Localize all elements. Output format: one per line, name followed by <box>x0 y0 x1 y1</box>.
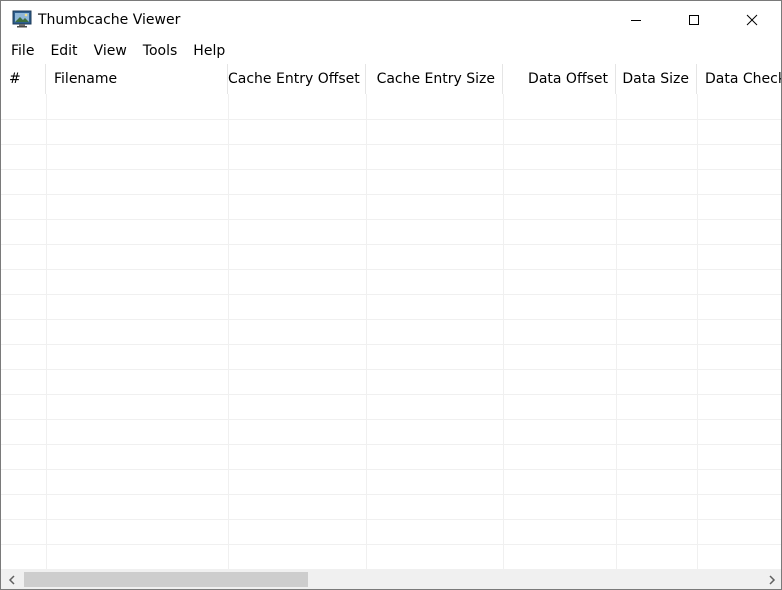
menu-view[interactable]: View <box>86 39 135 63</box>
column-gridline <box>697 94 698 570</box>
horizontal-scrollbar[interactable] <box>1 570 781 589</box>
row-gridline <box>1 394 781 395</box>
minimize-icon <box>631 20 641 21</box>
row-gridline <box>1 294 781 295</box>
scroll-left-button[interactable] <box>3 570 20 589</box>
column-gridline <box>46 94 47 570</box>
title-bar[interactable]: Thumbcache Viewer <box>1 1 781 39</box>
window-title: Thumbcache Viewer <box>38 12 181 28</box>
scroll-right-button[interactable] <box>763 570 780 589</box>
menu-help[interactable]: Help <box>185 39 233 63</box>
thumbcache-app-icon <box>12 10 32 28</box>
row-gridline <box>1 319 781 320</box>
column-header-filename[interactable]: Filename <box>46 64 228 94</box>
menu-bar: File Edit View Tools Help <box>1 39 781 63</box>
close-button[interactable] <box>723 1 781 39</box>
menu-file[interactable]: File <box>1 39 42 63</box>
chevron-right-icon <box>768 574 775 585</box>
column-header-data-offset[interactable]: Data Offset <box>503 64 616 94</box>
row-gridline <box>1 269 781 270</box>
entries-list[interactable]: # Filename Cache Entry Offset Cache Entr… <box>1 64 781 570</box>
column-header-index[interactable]: # <box>1 64 46 94</box>
column-gridline <box>503 94 504 570</box>
row-gridline <box>1 544 781 545</box>
column-header-data-checksum[interactable]: Data Checksum <box>697 64 781 94</box>
row-gridline <box>1 119 781 120</box>
row-gridline <box>1 419 781 420</box>
row-gridline <box>1 144 781 145</box>
maximize-button[interactable] <box>665 1 723 39</box>
row-gridline <box>1 244 781 245</box>
row-gridline <box>1 444 781 445</box>
app-window: Thumbcache Viewer File Edit View Tools H… <box>0 0 782 590</box>
column-header-cache-entry-size[interactable]: Cache Entry Size <box>366 64 503 94</box>
column-gridline <box>616 94 617 570</box>
row-gridline <box>1 469 781 470</box>
row-gridline <box>1 519 781 520</box>
minimize-button[interactable] <box>607 1 665 39</box>
row-gridline <box>1 169 781 170</box>
column-header-data-size[interactable]: Data Size <box>616 64 697 94</box>
scrollbar-thumb[interactable] <box>24 572 308 587</box>
menu-tools[interactable]: Tools <box>135 39 186 63</box>
row-gridline <box>1 194 781 195</box>
column-header-row: # Filename Cache Entry Offset Cache Entr… <box>1 64 781 94</box>
row-gridline <box>1 494 781 495</box>
column-gridline <box>228 94 229 570</box>
row-gridline <box>1 344 781 345</box>
column-gridline <box>366 94 367 570</box>
close-icon <box>746 14 758 26</box>
chevron-left-icon <box>8 574 15 585</box>
menu-edit[interactable]: Edit <box>42 39 85 63</box>
row-gridline <box>1 369 781 370</box>
maximize-icon <box>689 15 699 25</box>
row-gridline <box>1 219 781 220</box>
column-header-cache-entry-offset[interactable]: Cache Entry Offset <box>228 64 366 94</box>
